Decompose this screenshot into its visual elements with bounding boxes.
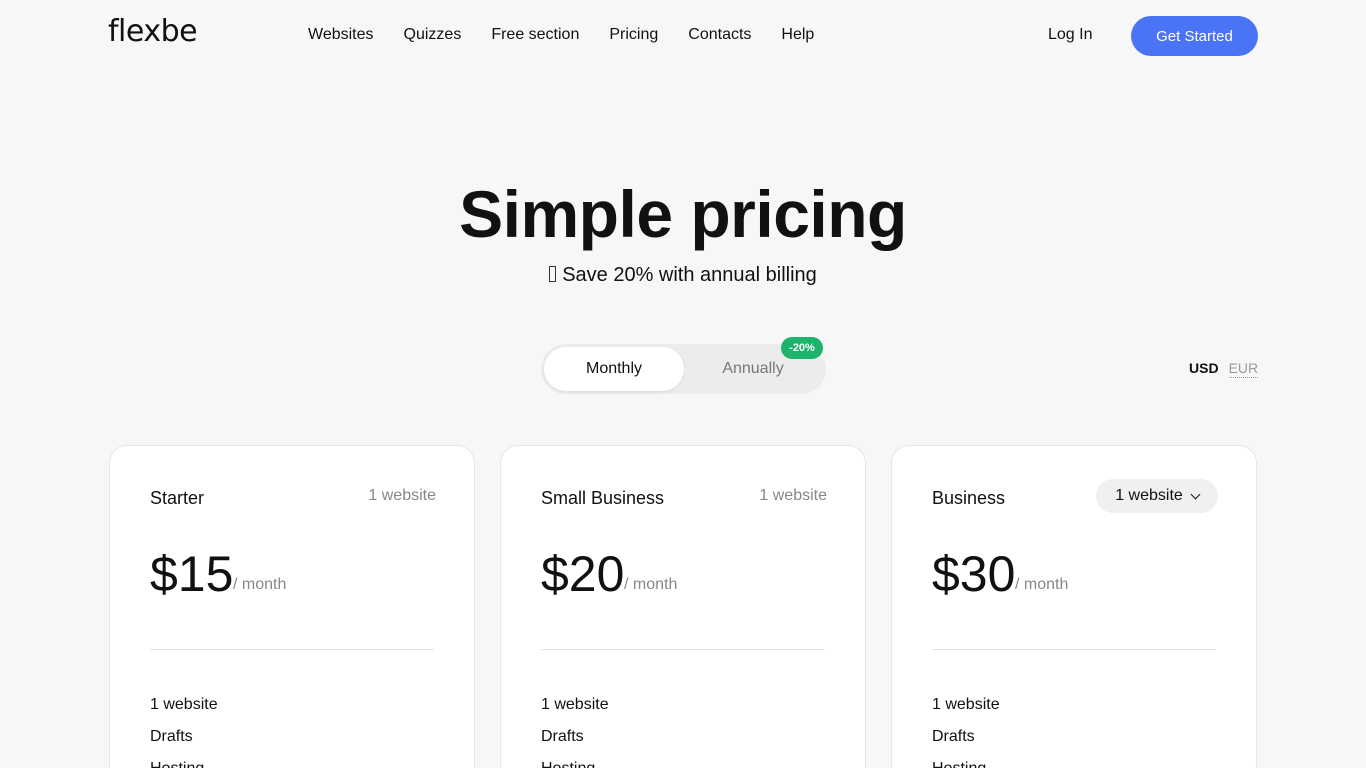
currency-switcher: USD EUR (1189, 360, 1259, 378)
plan-sites: 1 website (759, 487, 827, 504)
feature-item: 1 website (932, 696, 1000, 713)
card-divider (932, 649, 1216, 650)
nav-help[interactable]: Help (781, 26, 814, 44)
chevron-down-icon (1190, 489, 1201, 499)
get-started-button[interactable]: Get Started (1131, 16, 1258, 56)
plan-price: $15 (150, 546, 234, 602)
plan-sites: 1 website (368, 487, 436, 504)
main-nav: Websites Quizzes Free section Pricing Co… (308, 26, 844, 44)
plan-period: / month (1015, 576, 1069, 593)
plan-features: 1 website Drafts Hosting (541, 689, 609, 768)
nav-contacts[interactable]: Contacts (688, 26, 751, 44)
billing-monthly-option[interactable]: Monthly (544, 347, 684, 391)
feature-item: Hosting (541, 753, 609, 768)
card-divider (150, 649, 434, 650)
nav-websites[interactable]: Websites (308, 26, 374, 44)
currency-usd[interactable]: USD (1189, 360, 1219, 378)
plan-features: 1 website Drafts Hosting (150, 689, 218, 768)
subtitle-text: Save 20% with annual billing (562, 264, 817, 286)
nav-pricing[interactable]: Pricing (609, 26, 658, 44)
feature-item: Hosting (150, 753, 218, 768)
feature-item: Drafts (150, 728, 193, 745)
plan-price: $20 (541, 546, 625, 602)
feature-item: 1 website (150, 696, 218, 713)
plan-period: / month (233, 576, 287, 593)
feature-item: Hosting (932, 753, 1000, 768)
plan-period: / month (624, 576, 678, 593)
feature-item: 1 website (541, 696, 609, 713)
plan-card-business: Business 1 website $30 / month 1 website… (891, 445, 1257, 768)
nav-free-section[interactable]: Free section (491, 26, 579, 44)
plan-name: Starter (150, 488, 205, 508)
feature-item: Drafts (932, 728, 975, 745)
plan-name: Business (932, 488, 1006, 508)
currency-eur[interactable]: EUR (1228, 360, 1259, 378)
plan-features: 1 website Drafts Hosting (932, 689, 1000, 768)
login-link[interactable]: Log In (1048, 26, 1092, 44)
feature-item: Drafts (541, 728, 584, 745)
card-divider (541, 649, 825, 650)
website-count-dropdown[interactable]: 1 website (1096, 479, 1218, 513)
dropdown-value: 1 website (1115, 487, 1183, 504)
plan-name: Small Business (541, 488, 665, 508)
plan-card-starter: Starter 1 website $15 / month 1 website … (109, 445, 475, 768)
gift-icon (549, 266, 557, 282)
annual-discount-badge: -20% (781, 337, 823, 359)
flexbe-logo[interactable]: flexbe (108, 14, 198, 49)
plan-card-small-business: Small Business 1 website $20 / month 1 w… (500, 445, 866, 768)
plan-price: $30 (932, 546, 1016, 602)
nav-quizzes[interactable]: Quizzes (404, 26, 462, 44)
site-header: flexbe Websites Quizzes Free section Pri… (0, 0, 1366, 72)
page-subtitle: Save 20% with annual billing (0, 262, 1366, 288)
page-title: Simple pricing (459, 177, 907, 251)
